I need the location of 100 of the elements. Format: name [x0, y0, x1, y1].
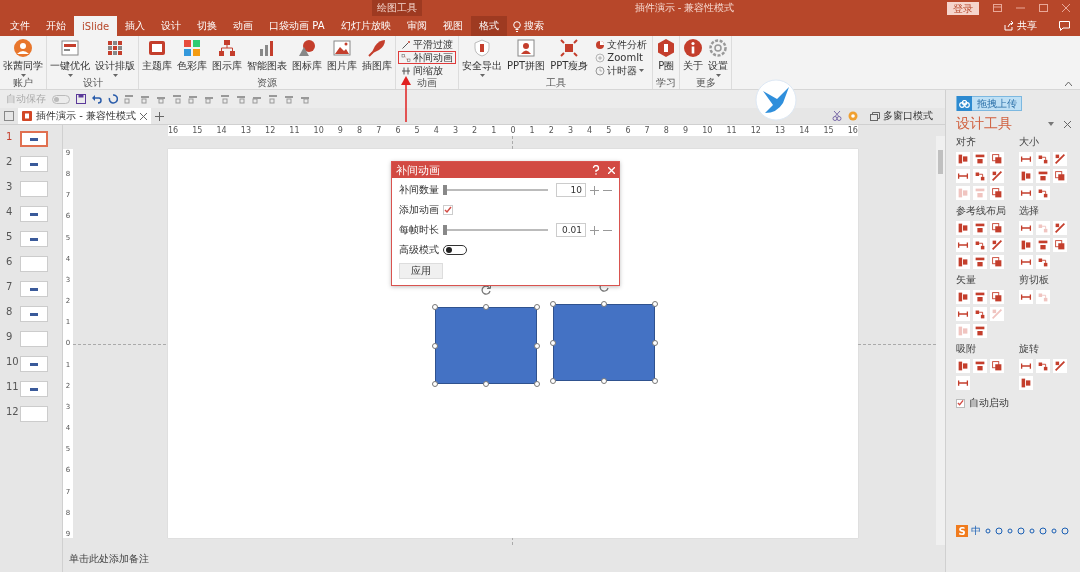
tool-icon[interactable]	[956, 376, 970, 390]
ribbon-button[interactable]: 张茜同学	[2, 38, 44, 77]
ribbon-tab[interactable]: 插入	[117, 16, 154, 36]
tool-icon[interactable]	[973, 324, 987, 338]
apply-button[interactable]: 应用	[399, 263, 443, 279]
ribbon-button[interactable]: 计时器	[592, 64, 651, 77]
tool-icon[interactable]	[956, 290, 970, 304]
tool-icon[interactable]	[956, 221, 970, 235]
tool-icon[interactable]	[990, 186, 1004, 200]
tool-icon[interactable]	[990, 359, 1004, 373]
tool-icon[interactable]	[1052, 169, 1067, 183]
ribbon-tab[interactable]: 设计	[153, 16, 190, 36]
save-icon[interactable]	[76, 94, 86, 104]
ribbon-button[interactable]: 图标库	[291, 38, 323, 77]
slide-thumbnail[interactable]	[20, 381, 48, 397]
ribbon-tab[interactable]: 口袋动画 PA	[261, 16, 333, 36]
resize-handle[interactable]	[652, 339, 658, 346]
tool-icon[interactable]	[1018, 255, 1033, 269]
tool-icon[interactable]	[1035, 152, 1050, 166]
tool-icon[interactable]	[956, 169, 970, 183]
bird-logo-icon[interactable]	[755, 79, 797, 121]
tool-icon[interactable]	[1035, 238, 1050, 252]
add-tab-icon[interactable]	[154, 111, 164, 121]
tool-icon[interactable]	[990, 255, 1004, 269]
slide-thumbnail[interactable]	[20, 331, 48, 347]
redo-icon[interactable]	[108, 94, 118, 104]
plus-icon[interactable]	[590, 225, 599, 235]
resize-handle[interactable]	[550, 339, 556, 346]
slide-thumbnail[interactable]	[20, 206, 48, 222]
ribbon-tab[interactable]: 动画	[225, 16, 262, 36]
ribbon-button[interactable]: 图示库	[211, 38, 243, 77]
ribbon-button[interactable]: ZoomIt	[592, 51, 651, 64]
tool-icon[interactable]	[956, 238, 970, 252]
ribbon-button[interactable]: 智能图表	[246, 38, 288, 77]
checkbox[interactable]	[956, 398, 965, 408]
resize-handle[interactable]	[432, 381, 438, 387]
tool-icon[interactable]	[1018, 290, 1033, 304]
multi-window-button[interactable]: 多窗口模式	[864, 108, 939, 124]
tool-icon[interactable]	[956, 359, 970, 373]
tool-icon[interactable]	[956, 307, 970, 321]
tool-icon[interactable]	[1035, 169, 1050, 183]
number-field[interactable]: 10	[556, 183, 586, 197]
ribbon-tab[interactable]: 开始	[38, 16, 74, 36]
rotate-handle-icon[interactable]	[480, 284, 492, 296]
ribbon-tab[interactable]: 审阅	[398, 16, 435, 36]
ribbon-button[interactable]: 色彩库	[176, 38, 208, 77]
tool-icon[interactable]	[1018, 359, 1033, 373]
search-label[interactable]: 搜索	[523, 19, 544, 33]
share-button[interactable]: 共享	[996, 19, 1045, 33]
ribbon-display-icon[interactable]	[993, 4, 1002, 12]
tool-icon[interactable]	[1052, 152, 1067, 166]
slide-thumbnail[interactable]	[20, 306, 48, 322]
tool-icon[interactable]	[1035, 255, 1050, 269]
tool-icon[interactable]	[1018, 376, 1033, 390]
tool-icon[interactable]	[973, 221, 987, 235]
ribbon-button[interactable]: 安全导出	[461, 38, 503, 77]
number-field[interactable]: 0.01	[556, 223, 586, 237]
resize-handle[interactable]	[534, 342, 540, 349]
resize-handle[interactable]	[652, 301, 658, 307]
scrollbar[interactable]	[936, 136, 945, 545]
tool-icon[interactable]	[990, 221, 1004, 235]
maximize-icon[interactable]	[1039, 4, 1048, 12]
close-icon[interactable]	[139, 112, 147, 120]
scissors-icon[interactable]	[832, 111, 842, 121]
upload-button[interactable]: 拖拽上传	[956, 96, 1022, 111]
ribbon-button[interactable]: 图片库	[326, 38, 358, 77]
ribbon-button[interactable]: 一键优化	[49, 38, 91, 77]
tool-icon[interactable]	[973, 238, 987, 252]
tool-icon[interactable]	[1018, 238, 1033, 252]
tool-icon[interactable]	[973, 359, 987, 373]
resize-handle[interactable]	[432, 342, 438, 349]
tool-icon[interactable]	[990, 152, 1004, 166]
ribbon-tab[interactable]: 幻灯片放映	[332, 16, 399, 36]
ribbon-button[interactable]: 补间动画	[398, 51, 456, 64]
tool-icon[interactable]	[956, 255, 970, 269]
ribbon-button[interactable]: 主题库	[141, 38, 173, 77]
tool-icon[interactable]	[956, 152, 970, 166]
plus-icon[interactable]	[590, 185, 599, 195]
resize-handle[interactable]	[601, 301, 607, 307]
slide-thumbnail[interactable]	[20, 356, 48, 372]
tool-icon[interactable]	[1018, 186, 1033, 200]
ribbon-button[interactable]: P圈	[655, 38, 678, 77]
ribbon-button[interactable]: 设置	[707, 38, 730, 77]
tool-icon[interactable]	[1035, 359, 1050, 373]
ribbon-button[interactable]: 文件分析	[592, 38, 651, 51]
undo-icon[interactable]	[92, 94, 102, 104]
ribbon-button[interactable]: 插图库	[361, 38, 393, 77]
ime-mode[interactable]: 中	[971, 524, 981, 538]
tool-icon[interactable]	[1018, 221, 1033, 235]
ribbon-button[interactable]: PPT瘦身	[549, 38, 590, 77]
tool-icon[interactable]	[1052, 359, 1067, 373]
close-icon[interactable]	[1064, 120, 1071, 128]
resize-handle[interactable]	[483, 381, 489, 387]
slider-thumb[interactable]	[443, 225, 447, 235]
ribbon-button[interactable]: PPT拼图	[506, 38, 547, 77]
slide-thumbnail[interactable]	[20, 181, 48, 197]
tool-icon[interactable]	[973, 255, 987, 269]
login-button[interactable]: 登录	[947, 1, 979, 15]
slide-thumbnail[interactable]	[20, 281, 48, 297]
tool-icon[interactable]	[973, 169, 987, 183]
